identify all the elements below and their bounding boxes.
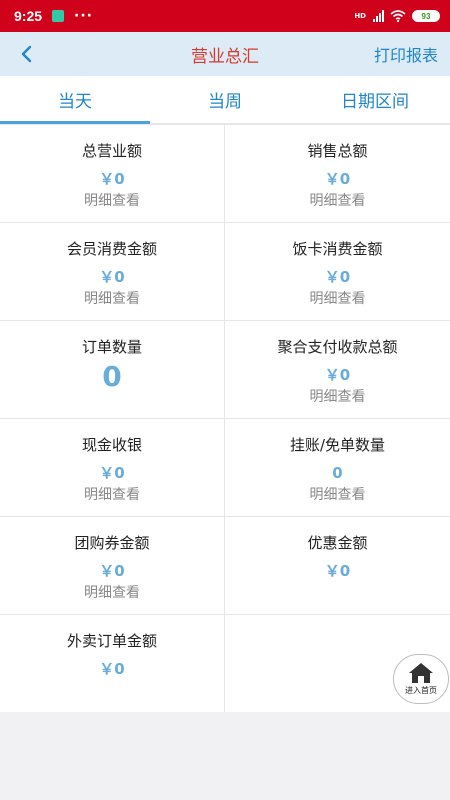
wifi-icon: [390, 10, 406, 22]
status-bar: 9:25 ··· HD 93: [0, 0, 450, 32]
card-title: 订单数量: [81, 338, 142, 356]
go-home-label: 进入首页: [405, 686, 437, 695]
card-value: ￥0: [99, 562, 125, 580]
card-title: 挂账/免单数量: [289, 436, 386, 454]
print-report-button[interactable]: 打印报表: [374, 42, 438, 66]
app-notification-icon: [52, 10, 65, 22]
card-meal-card-spending[interactable]: 饭卡消费金额 ￥0 明细查看: [225, 223, 450, 320]
card-discount[interactable]: 优惠金额 ￥0: [225, 517, 450, 614]
nav-bar: 营业总汇 打印报表: [0, 32, 450, 76]
card-title: 会员消费金额: [66, 240, 157, 258]
view-details-link[interactable]: 明细查看: [310, 289, 366, 309]
period-tabs: 当天 当周 日期区间: [0, 76, 450, 124]
card-title: 优惠金额: [307, 534, 368, 552]
card-cash[interactable]: 现金收银 ￥0 明细查看: [0, 419, 224, 516]
status-time: 9:25: [14, 8, 43, 24]
tab-this-week[interactable]: 当周: [150, 76, 300, 123]
chevron-left-icon: [21, 45, 32, 63]
summary-grid: 总营业额 ￥0 明细查看 销售总额 ￥0 明细查看 会员消费金额 ￥0 明细查看…: [0, 124, 450, 712]
more-notifications-icon: ···: [74, 8, 93, 24]
card-group-voucher[interactable]: 团购券金额 ￥0 明细查看: [0, 517, 224, 614]
hd-label: HD: [354, 12, 366, 20]
card-value: ￥0: [324, 170, 351, 188]
view-details-link[interactable]: 明细查看: [84, 583, 140, 603]
view-details-link[interactable]: 明细查看: [310, 387, 366, 407]
tab-today[interactable]: 当天: [0, 76, 150, 124]
view-details-link[interactable]: 明细查看: [84, 485, 140, 505]
view-details-link[interactable]: 明细查看: [310, 191, 366, 211]
card-order-count[interactable]: 订单数量 0: [0, 321, 224, 418]
battery-icon: 93: [412, 10, 440, 22]
view-details-link[interactable]: 明细查看: [310, 485, 366, 505]
signal-icon: [373, 10, 384, 22]
card-total-revenue[interactable]: 总营业额 ￥0 明细查看: [0, 125, 224, 222]
card-title: 现金收银: [81, 436, 142, 454]
view-details-link[interactable]: 明细查看: [84, 289, 140, 309]
view-details-link[interactable]: 明细查看: [84, 191, 140, 211]
card-total-sales[interactable]: 销售总额 ￥0 明细查看: [225, 125, 450, 222]
card-title: 销售总额: [307, 142, 368, 160]
card-title: 外卖订单金额: [66, 632, 157, 650]
home-icon: [409, 663, 433, 683]
card-title: 总营业额: [81, 142, 142, 160]
card-member-spending[interactable]: 会员消费金额 ￥0 明细查看: [0, 223, 224, 320]
card-title: 团购券金额: [74, 534, 150, 552]
card-aggregate-payment[interactable]: 聚合支付收款总额 ￥0 明细查看: [225, 321, 450, 418]
card-value: 0: [102, 360, 122, 393]
card-value: ￥0: [324, 268, 351, 286]
card-value: 0: [332, 464, 343, 482]
card-title: 饭卡消费金额: [292, 240, 383, 258]
card-value: ￥0: [99, 464, 125, 482]
card-value: ￥0: [99, 660, 125, 678]
card-credit-free-count[interactable]: 挂账/免单数量 0 明细查看: [225, 419, 450, 516]
card-takeout[interactable]: 外卖订单金额 ￥0: [0, 615, 224, 712]
card-value: ￥0: [324, 562, 351, 580]
card-value: ￥0: [99, 268, 125, 286]
go-home-button[interactable]: 进入首页: [393, 654, 449, 704]
card-value: ￥0: [99, 170, 125, 188]
card-value: ￥0: [324, 366, 351, 384]
tab-date-range[interactable]: 日期区间: [300, 76, 450, 123]
back-button[interactable]: [14, 42, 38, 66]
card-title: 聚合支付收款总额: [277, 338, 398, 356]
